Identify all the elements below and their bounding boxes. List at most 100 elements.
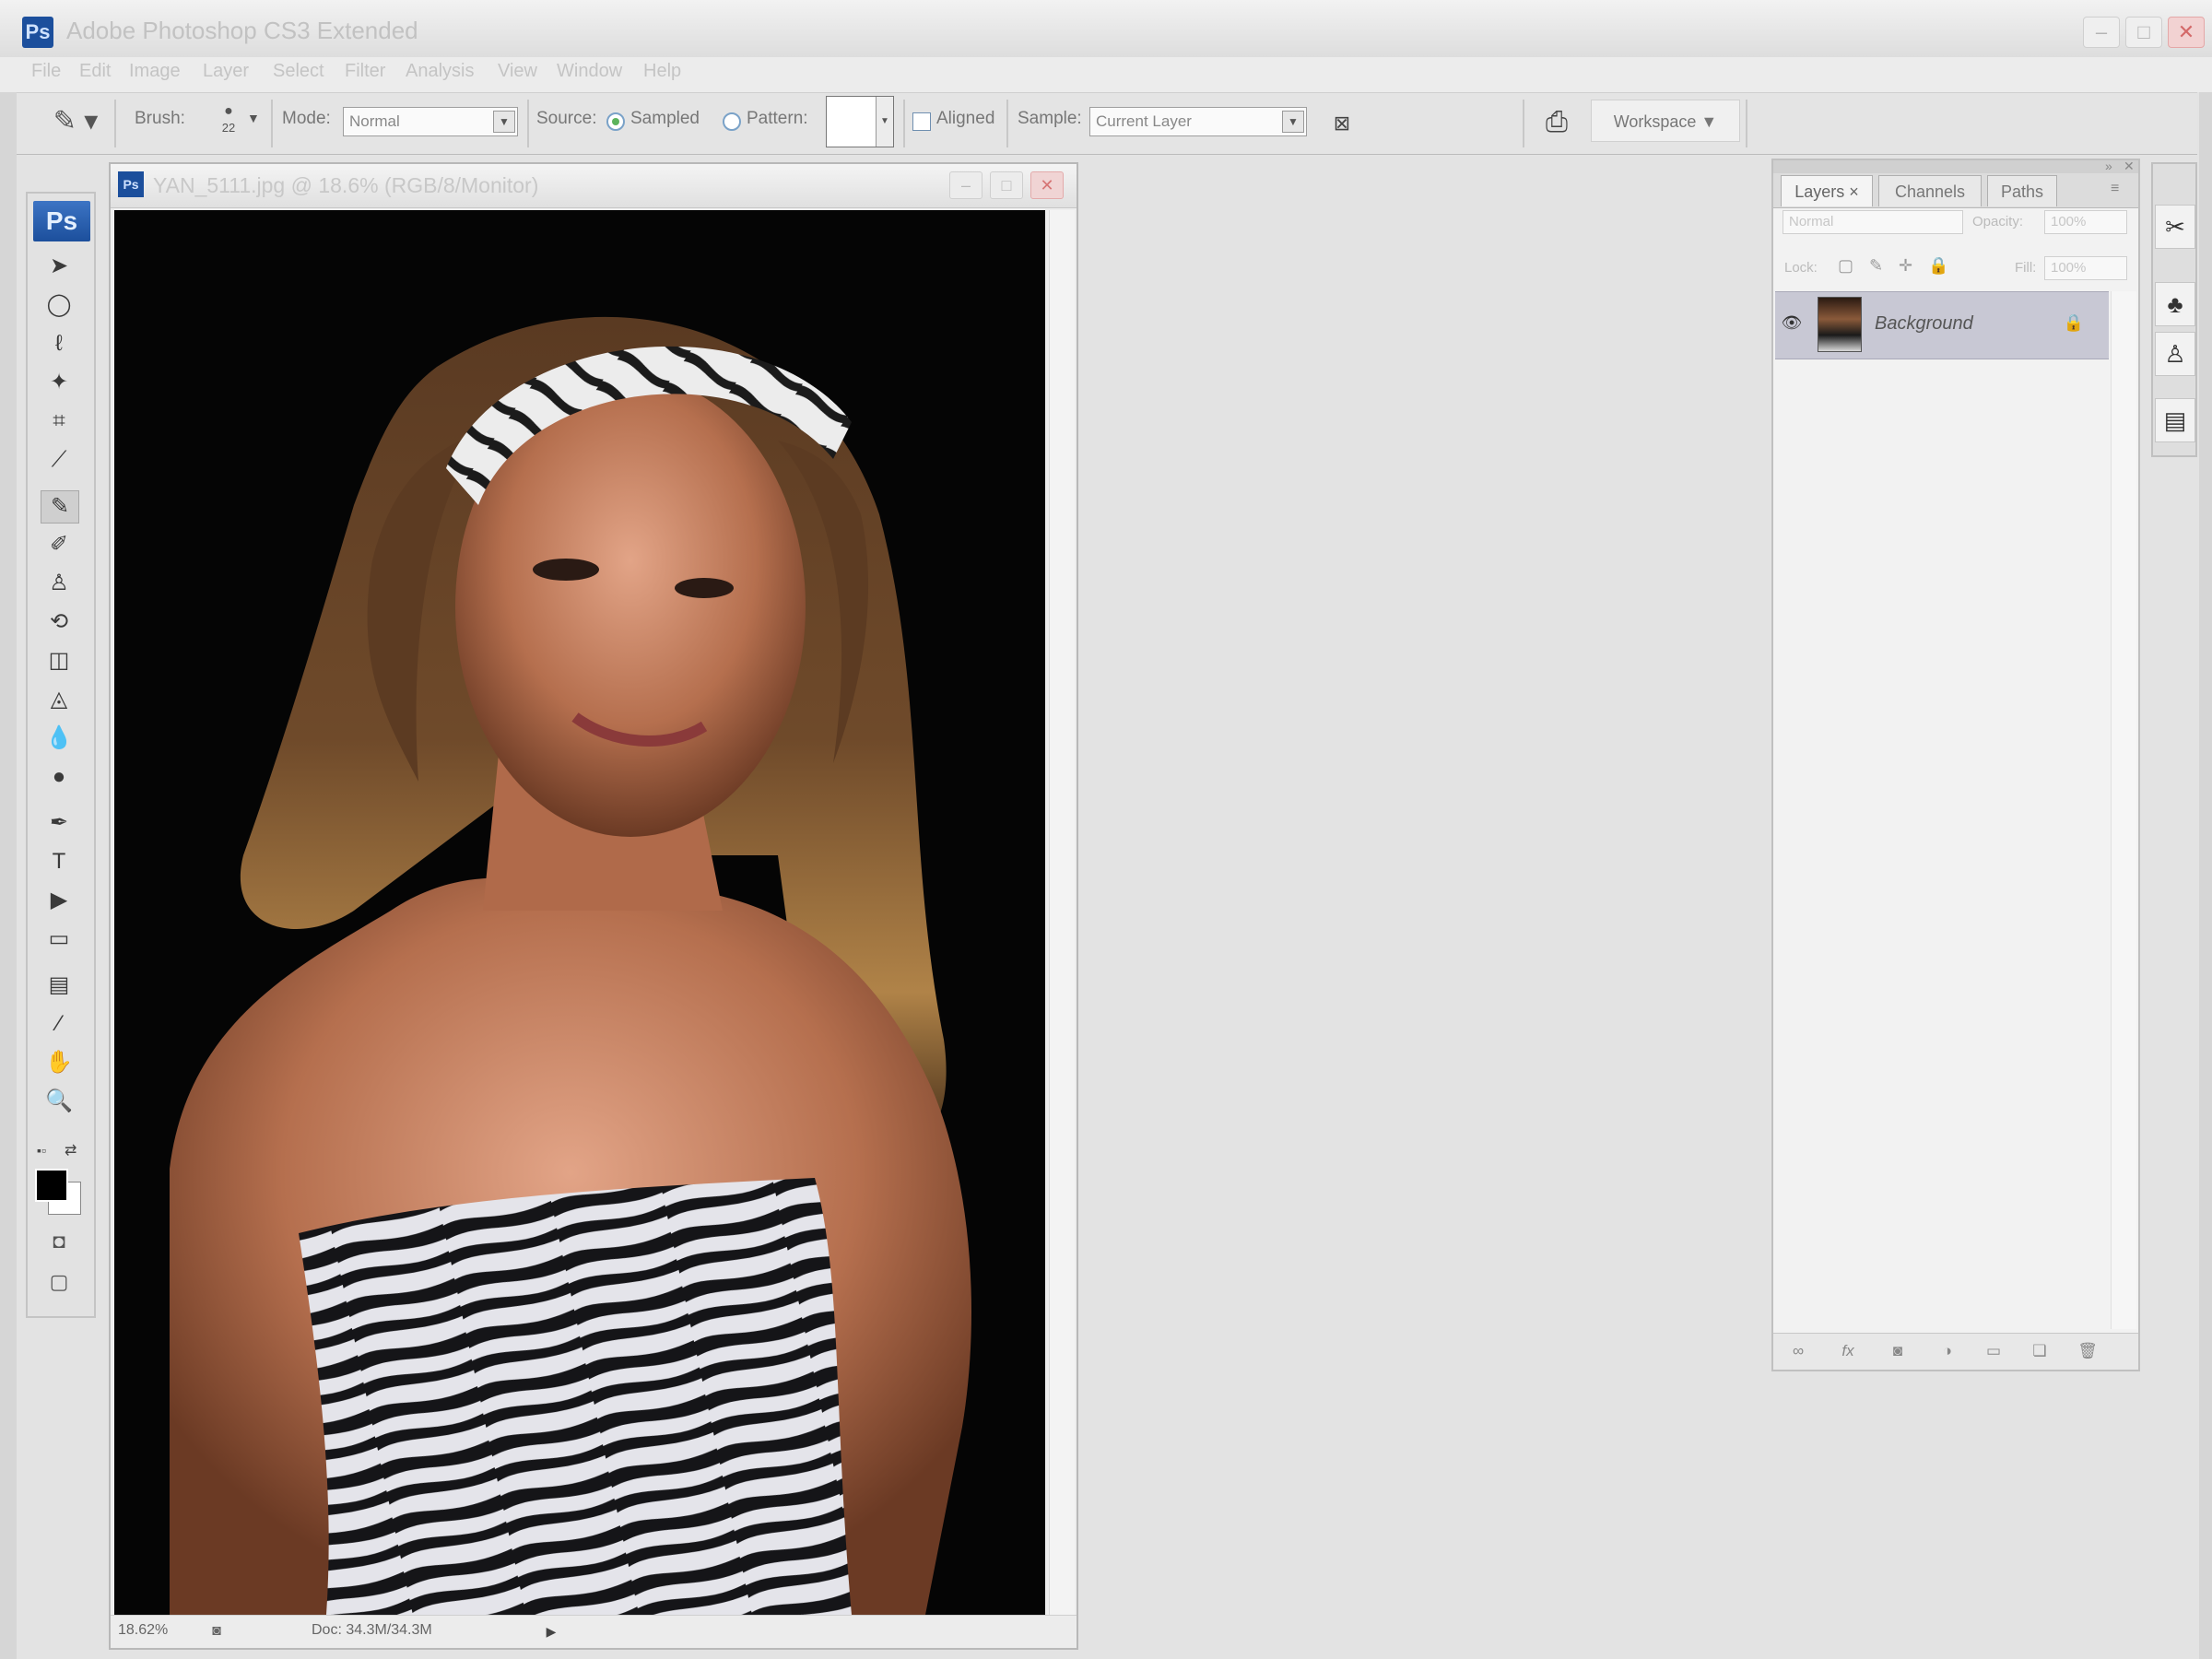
layer-thumbnail	[1818, 297, 1862, 352]
new-group-icon[interactable]: ▭	[1980, 1338, 2007, 1364]
document-size-info: Doc: 34.3M/34.3M	[312, 1622, 432, 1638]
fx-icon[interactable]: fx	[1834, 1338, 1862, 1364]
portrait-photo	[114, 210, 1045, 1615]
menu-view[interactable]: View	[498, 61, 537, 82]
close-button[interactable]: ✕	[2168, 17, 2205, 48]
clone-source-icon[interactable]: ♙	[2155, 332, 2195, 376]
source-sampled-radio[interactable]	[606, 112, 625, 131]
menu-help[interactable]: Help	[643, 61, 681, 82]
menu-filter[interactable]: Filter	[345, 61, 385, 82]
divider	[527, 100, 529, 147]
photoshop-logo[interactable]: Ps	[33, 201, 90, 241]
mode-select[interactable]: Normal ▼	[343, 107, 518, 136]
tab-channels[interactable]: Channels	[1878, 175, 1982, 206]
lock-transparent-icon[interactable]: ▢	[1838, 256, 1853, 276]
bridge-icon[interactable]: ⎙	[1530, 100, 1583, 146]
link-layers-icon[interactable]: ∞	[1784, 1338, 1812, 1364]
shape-tool-icon[interactable]: ▭	[41, 924, 77, 955]
add-mask-icon[interactable]: ◙	[1884, 1338, 1912, 1364]
panel-menu-icon[interactable]: ≡	[2111, 181, 2119, 197]
menu-layer[interactable]: Layer	[203, 61, 249, 82]
brush-tool-icon[interactable]: ✐	[41, 529, 77, 560]
source-pattern-radio[interactable]	[723, 112, 741, 131]
paint-bucket-tool-icon[interactable]: ◬	[41, 684, 77, 715]
delete-layer-icon[interactable]: 🗑	[2074, 1338, 2101, 1364]
menu-image[interactable]: Image	[129, 61, 181, 82]
panel-collapse-icon[interactable]: »	[2105, 159, 2112, 173]
document-scrollbar[interactable]	[1049, 210, 1075, 1615]
menu-edit[interactable]: Edit	[79, 61, 111, 82]
chevron-down-icon: ▼	[876, 97, 893, 147]
source-pattern-label: Pattern:	[747, 109, 808, 128]
eye-icon[interactable]: 👁	[1781, 312, 1803, 334]
path-selection-tool-icon[interactable]: ▶	[41, 885, 77, 916]
menu-analysis[interactable]: Analysis	[406, 61, 474, 82]
aligned-checkbox[interactable]	[912, 112, 931, 131]
new-layer-icon[interactable]: ❏	[2026, 1338, 2053, 1364]
blend-mode-select[interactable]: Normal	[1783, 210, 1963, 234]
workspace-button[interactable]: Workspace ▼	[1591, 100, 1740, 142]
pen-tool-icon[interactable]: ✒	[41, 807, 77, 839]
app-title: Adobe Photoshop CS3 Extended	[66, 17, 418, 44]
dodge-tool-icon[interactable]: ●	[41, 761, 77, 793]
foreground-color-swatch[interactable]	[35, 1169, 68, 1202]
slice-tool-icon[interactable]: ⟋	[41, 444, 77, 476]
magic-wand-tool-icon[interactable]: ✦	[41, 367, 77, 398]
document-icon: Ps	[118, 171, 144, 197]
pattern-picker[interactable]: ▼	[826, 96, 894, 147]
healing-brush-tool-icon[interactable]: ✎	[41, 490, 79, 524]
minimize-button[interactable]: –	[2083, 17, 2120, 48]
menu-select[interactable]: Select	[273, 61, 324, 82]
layers-scrollbar[interactable]	[2111, 291, 2136, 1329]
lock-all-icon[interactable]: 🔒	[1928, 256, 1948, 276]
quick-mask-icon[interactable]: ◘	[42, 1230, 76, 1257]
lasso-tool-icon[interactable]: ℓ	[41, 328, 77, 359]
brushes-icon[interactable]: ♣	[2155, 282, 2195, 326]
ignore-adjustment-layers-icon[interactable]: ⊠	[1325, 107, 1359, 140]
default-colors-icon[interactable]: ▪▫	[37, 1143, 46, 1158]
status-options-icon[interactable]: ◙	[205, 1620, 229, 1642]
type-tool-icon[interactable]: T	[41, 846, 77, 877]
fill-input[interactable]: 100%	[2044, 256, 2127, 280]
menu-window[interactable]: Window	[557, 61, 622, 82]
panel-header-strip[interactable]	[1773, 160, 2138, 173]
sample-label: Sample:	[1018, 109, 1082, 128]
healing-brush-preset-icon[interactable]: ✎ ▾	[48, 103, 103, 140]
adjustment-layer-icon[interactable]: ◑	[1934, 1338, 1961, 1364]
clone-stamp-tool-icon[interactable]: ♙	[41, 568, 77, 599]
notes-tool-icon[interactable]: ▤	[41, 970, 77, 1001]
info-icon[interactable]: ▤	[2155, 398, 2195, 442]
brush-size-picker[interactable]: ● 22	[205, 103, 253, 144]
tool-presets-icon[interactable]: ✂	[2155, 205, 2195, 249]
tab-layers[interactable]: Layers ×	[1781, 175, 1873, 206]
opacity-input[interactable]: 100%	[2044, 210, 2127, 234]
lock-image-icon[interactable]: ✎	[1869, 256, 1883, 276]
mode-value: Normal	[349, 112, 400, 130]
eyedropper-tool-icon[interactable]: ⁄	[41, 1008, 77, 1040]
zoom-level[interactable]: 18.62%	[118, 1618, 192, 1642]
swap-colors-icon[interactable]: ⇄	[65, 1141, 76, 1159]
crop-tool-icon[interactable]: ⌗	[41, 406, 77, 437]
history-brush-tool-icon[interactable]: ⟲	[41, 606, 77, 638]
doc-close-button[interactable]: ✕	[1030, 171, 1064, 199]
brush-dot-icon: ●	[224, 103, 233, 119]
menu-file[interactable]: File	[31, 61, 61, 82]
lock-position-icon[interactable]: ✛	[1899, 256, 1912, 276]
image-canvas[interactable]	[114, 210, 1045, 1615]
panel-close-icon[interactable]: ✕	[2124, 159, 2135, 174]
sample-select[interactable]: Current Layer ▼	[1089, 107, 1307, 136]
marquee-tool-icon[interactable]: ◯	[41, 289, 77, 321]
doc-minimize-button[interactable]: –	[949, 171, 982, 199]
eraser-tool-icon[interactable]: ◫	[41, 645, 77, 677]
divider	[1746, 100, 1747, 147]
status-menu-arrow-icon[interactable]: ▶	[540, 1620, 562, 1642]
move-tool-icon[interactable]: ➤	[41, 251, 77, 282]
maximize-button[interactable]: □	[2125, 17, 2162, 48]
hand-tool-icon[interactable]: ✋	[41, 1047, 77, 1078]
tab-paths[interactable]: Paths	[1987, 175, 2057, 206]
screen-mode-icon[interactable]: ▢	[42, 1270, 76, 1298]
zoom-tool-icon[interactable]: 🔍	[41, 1086, 77, 1117]
blur-tool-icon[interactable]: 💧	[41, 723, 77, 754]
doc-maximize-button[interactable]: □	[990, 171, 1023, 199]
brush-dropdown-icon[interactable]: ▼	[247, 111, 260, 125]
